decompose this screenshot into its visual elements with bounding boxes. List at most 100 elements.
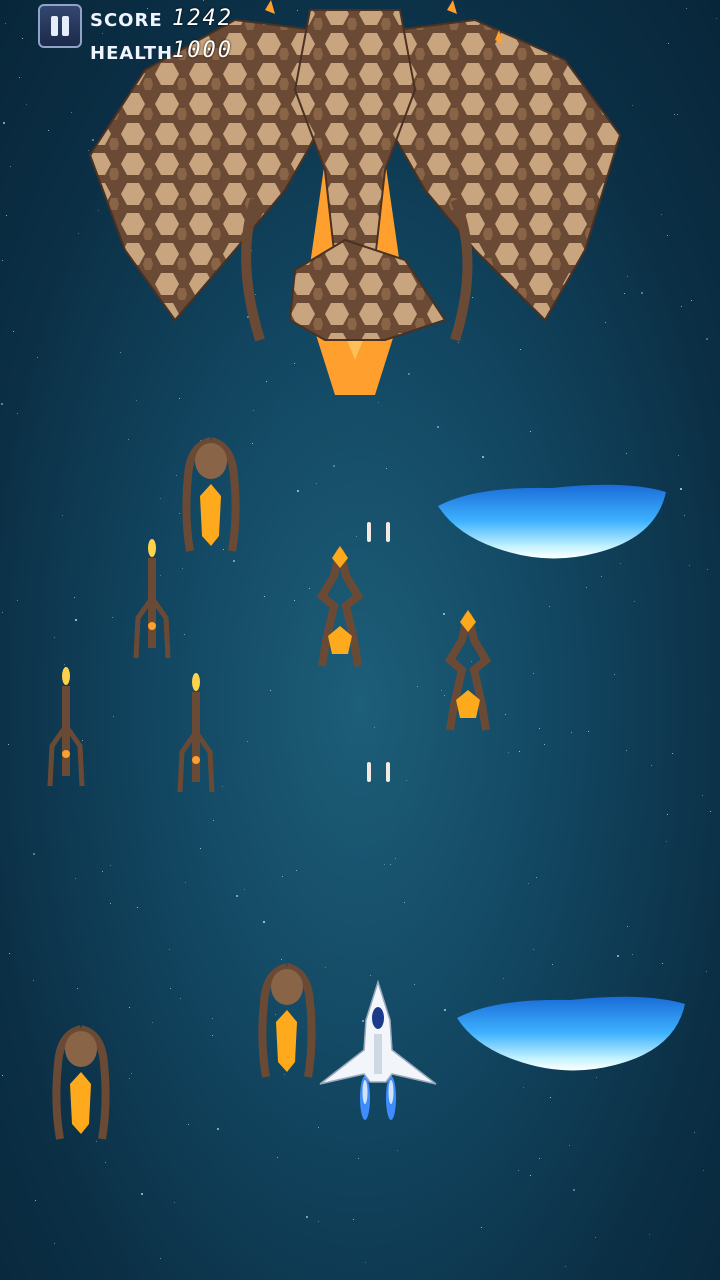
star [309,588,310,589]
star [160,498,161,499]
star [263,921,265,923]
star [174,1202,175,1203]
score-value: 1242 [172,6,233,31]
star [571,732,572,733]
star [539,1158,540,1159]
star [595,1237,596,1238]
star [17,600,18,601]
star [627,926,628,927]
star [129,1007,130,1008]
star [703,1170,704,1171]
star [586,587,587,588]
star [9,953,10,954]
game-scene[interactable]: SCORE 1242 HEALTH 1000 [0,0,720,1280]
star [530,1175,531,1176]
star [75,619,77,621]
star [632,105,633,106]
star [668,43,669,44]
star [170,988,171,989]
star [666,841,667,842]
alien-scout [133,539,171,659]
score-label: SCORE [90,10,163,31]
star [17,413,18,414]
star [282,876,283,877]
star [627,276,628,277]
star [110,865,111,866]
pause-button[interactable] [38,4,82,48]
star [505,714,506,715]
star [1,403,3,405]
star [353,1219,354,1220]
star [481,1227,482,1228]
alien-claw-drone [258,963,316,1078]
star [370,975,371,976]
star [33,980,34,981]
star [277,1157,278,1158]
alien-scout [47,667,85,787]
star [233,560,235,562]
star [105,1162,106,1163]
star [681,306,682,307]
star [678,455,679,456]
star [406,780,407,781]
star [333,465,335,467]
star [588,731,589,732]
star [212,1018,213,1019]
star [244,889,245,890]
star [518,1170,519,1171]
pause-icon [40,6,80,46]
star [110,903,111,904]
star [569,1145,570,1146]
star [684,515,685,516]
star [395,858,396,859]
star [706,338,708,340]
star [141,1193,143,1195]
plasma-shield [438,484,666,559]
alien-claw-drone [52,1025,110,1140]
star [2,612,3,613]
alien-claw-drone [182,437,240,552]
star [113,716,114,717]
star [62,515,63,516]
star [137,907,138,908]
star [180,998,181,999]
star [297,490,299,492]
star [365,1262,366,1263]
star [689,565,690,566]
star [662,963,663,964]
plasma-shield [457,996,685,1071]
player-ship[interactable] [318,980,438,1130]
star [694,1132,695,1133]
star [710,811,711,812]
star [482,456,484,458]
star [397,1150,398,1151]
star [200,848,201,849]
health-label: HEALTH [90,43,174,64]
star [33,853,35,855]
star [533,949,534,950]
star [539,728,540,729]
star [128,439,129,440]
star [667,814,668,815]
star [185,882,186,883]
star [508,752,509,753]
star [503,978,504,979]
star [217,1128,219,1130]
star [519,751,520,752]
star [536,877,537,878]
star [264,596,265,597]
star [19,77,20,78]
star [691,300,692,301]
star [78,233,79,234]
star [270,690,271,691]
star [649,1234,650,1235]
star [672,753,673,754]
star [188,1124,189,1125]
star [182,568,183,569]
star [169,949,170,950]
star [102,871,103,872]
star [530,431,531,432]
star [528,883,529,884]
star [702,795,703,796]
star [552,964,553,965]
